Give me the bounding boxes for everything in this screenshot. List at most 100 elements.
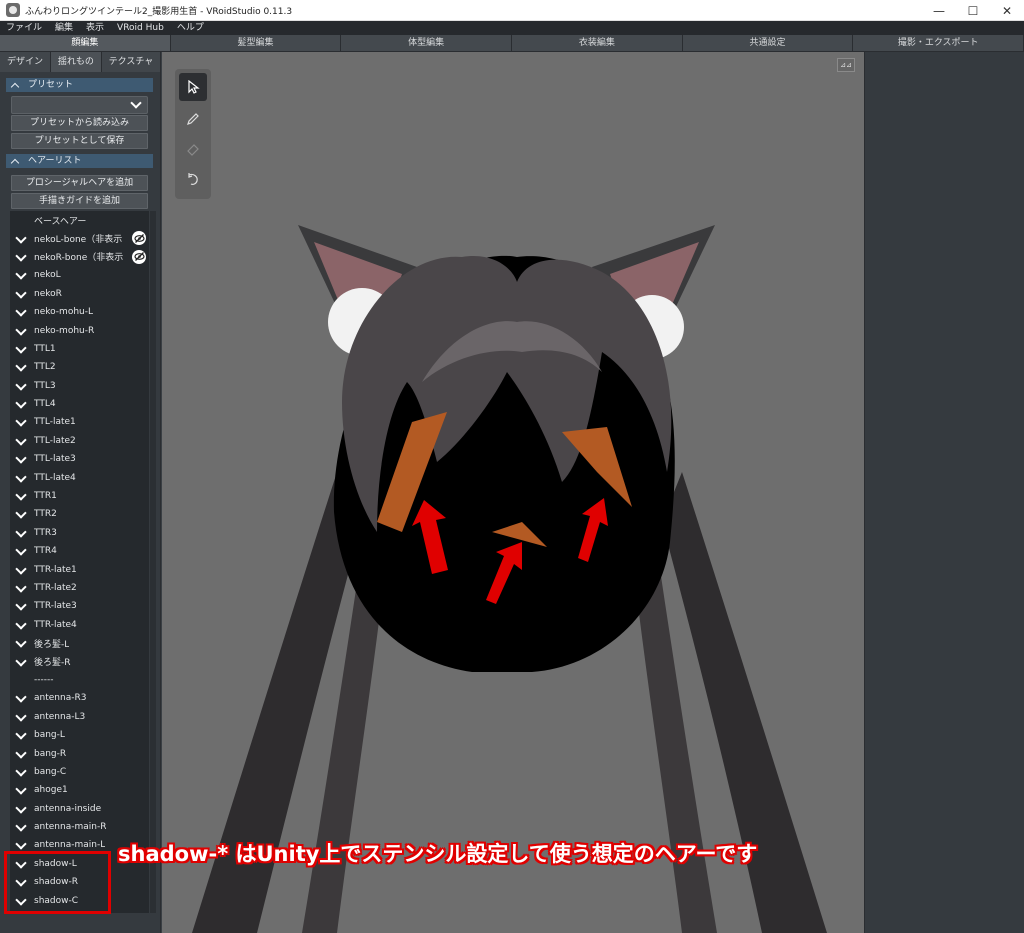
chevron-down-icon[interactable] xyxy=(15,749,29,759)
chevron-down-icon[interactable] xyxy=(15,712,29,722)
chevron-down-icon[interactable] xyxy=(15,289,29,299)
chevron-down-icon[interactable] xyxy=(15,730,29,740)
hair-list-item[interactable]: TTL2 xyxy=(10,358,149,376)
hair-list-item[interactable]: ahoge1 xyxy=(10,781,149,799)
chevron-down-icon[interactable] xyxy=(15,601,29,611)
subtab-design[interactable]: デザイン xyxy=(0,52,51,72)
hair-list-item[interactable]: neko-mohu-R xyxy=(10,321,149,339)
hair-list-item[interactable]: TTL4 xyxy=(10,395,149,413)
chevron-down-icon[interactable] xyxy=(15,509,29,519)
chevron-down-icon[interactable] xyxy=(15,620,29,630)
chevron-down-icon[interactable] xyxy=(15,657,29,667)
chevron-down-icon[interactable] xyxy=(15,767,29,777)
chevron-down-icon[interactable] xyxy=(15,473,29,483)
load-preset-button[interactable]: プリセットから読み込み xyxy=(11,115,148,131)
chevron-down-icon[interactable] xyxy=(15,234,29,244)
hair-list-item[interactable]: 後ろ髪-R xyxy=(10,652,149,670)
chevron-down-icon[interactable] xyxy=(15,804,29,814)
hair-list-item[interactable]: TTR2 xyxy=(10,505,149,523)
eye-hidden-icon[interactable] xyxy=(132,249,146,264)
hair-list-item[interactable]: nekoR-bone（非表示 xyxy=(10,248,149,266)
chevron-down-icon[interactable] xyxy=(15,785,29,795)
hair-list-item[interactable]: 後ろ髪-L xyxy=(10,634,149,652)
hair-list-item[interactable]: TTR3 xyxy=(10,524,149,542)
add-handdrawn-guide-button[interactable]: 手描きガイドを追加 xyxy=(11,193,148,209)
chevron-down-icon[interactable] xyxy=(15,270,29,280)
hair-list-scrollbar[interactable] xyxy=(150,211,156,913)
hair-list-item[interactable]: TTR1 xyxy=(10,487,149,505)
hair-list-item[interactable]: TTL-late3 xyxy=(10,450,149,468)
chevron-down-icon[interactable] xyxy=(15,693,29,703)
preset-section-header[interactable]: プリセット xyxy=(6,78,153,92)
hair-list-item[interactable]: TTR-late2 xyxy=(10,579,149,597)
select-tool-icon[interactable] xyxy=(179,73,207,101)
menu-file[interactable]: ファイル xyxy=(0,21,49,35)
hair-list-item[interactable]: TTL3 xyxy=(10,377,149,395)
hair-list-item[interactable]: antenna-main-R xyxy=(10,818,149,836)
chevron-down-icon[interactable] xyxy=(15,381,29,391)
maximize-button[interactable]: ☐ xyxy=(956,0,990,21)
hairlist-section-header[interactable]: ヘアーリスト xyxy=(6,154,153,168)
3d-viewport[interactable]: ⊿⊿ xyxy=(162,52,864,933)
chevron-down-icon[interactable] xyxy=(15,565,29,575)
preset-dropdown[interactable] xyxy=(11,96,148,114)
menu-help[interactable]: ヘルプ xyxy=(171,21,211,35)
hair-list-item[interactable]: TTR4 xyxy=(10,542,149,560)
menu-edit[interactable]: 編集 xyxy=(49,21,80,35)
hair-list-item[interactable]: neko-mohu-L xyxy=(10,303,149,321)
subtab-texture[interactable]: テクスチャ xyxy=(101,52,162,72)
chevron-down-icon[interactable] xyxy=(15,840,29,850)
hair-list-item[interactable]: TTL1 xyxy=(10,340,149,358)
tab-face-edit[interactable]: 顔編集 xyxy=(0,35,171,52)
hair-list-item[interactable]: ------ xyxy=(10,671,149,689)
hair-list-item[interactable]: nekoR xyxy=(10,285,149,303)
chevron-down-icon[interactable] xyxy=(15,326,29,336)
hair-list-item[interactable]: TTL-late4 xyxy=(10,468,149,486)
chevron-down-icon[interactable] xyxy=(15,528,29,538)
chevron-down-icon[interactable] xyxy=(15,822,29,832)
chevron-down-icon[interactable] xyxy=(15,362,29,372)
mirror-toggle-button[interactable]: ⊿⊿ xyxy=(837,58,855,72)
eye-hidden-icon[interactable] xyxy=(132,231,146,246)
hair-list-item[interactable]: nekoL-bone（非表示 xyxy=(10,229,149,247)
chevron-down-icon[interactable] xyxy=(15,344,29,354)
chevron-down-icon[interactable] xyxy=(15,436,29,446)
chevron-down-icon[interactable] xyxy=(15,638,29,648)
save-preset-button[interactable]: プリセットとして保存 xyxy=(11,133,148,149)
chevron-down-icon[interactable] xyxy=(15,454,29,464)
menu-vroid-hub[interactable]: VRoid Hub xyxy=(111,21,171,35)
add-procedural-hair-button[interactable]: プロシージャルヘアを追加 xyxy=(11,175,148,191)
close-button[interactable]: ✕ xyxy=(990,0,1024,21)
tab-common-settings[interactable]: 共通設定 xyxy=(682,35,854,52)
subtab-physics[interactable]: 揺れもの xyxy=(50,52,102,72)
chevron-down-icon[interactable] xyxy=(15,417,29,427)
tab-outfit-edit[interactable]: 衣装編集 xyxy=(512,35,683,52)
hair-list-item[interactable]: TTL-late2 xyxy=(10,432,149,450)
hair-list-item[interactable]: antenna-R3 xyxy=(10,689,149,707)
chevron-down-icon[interactable] xyxy=(15,546,29,556)
tab-body-edit[interactable]: 体型編集 xyxy=(341,35,513,52)
chevron-down-icon[interactable] xyxy=(15,399,29,409)
menu-view[interactable]: 表示 xyxy=(80,21,111,35)
tab-photo-export[interactable]: 撮影・エクスポート xyxy=(853,35,1024,52)
chevron-down-icon[interactable] xyxy=(15,252,29,262)
chevron-down-icon[interactable] xyxy=(15,307,29,317)
hair-list-item[interactable]: bang-R xyxy=(10,744,149,762)
hair-list-item[interactable]: ベースヘアー xyxy=(10,211,149,229)
hair-list-item[interactable]: nekoL xyxy=(10,266,149,284)
hair-list-item[interactable]: bang-C xyxy=(10,763,149,781)
hair-list-item[interactable]: TTL-late1 xyxy=(10,413,149,431)
chevron-down-icon[interactable] xyxy=(15,583,29,593)
hair-list-item[interactable]: TTR-late4 xyxy=(10,616,149,634)
minimize-button[interactable]: — xyxy=(922,0,956,21)
chevron-down-icon[interactable] xyxy=(15,491,29,501)
pen-tool-icon[interactable] xyxy=(179,105,207,133)
hair-list-item[interactable]: antenna-L3 xyxy=(10,708,149,726)
hair-list-item[interactable]: TTR-late1 xyxy=(10,560,149,578)
hair-list-item[interactable]: bang-L xyxy=(10,726,149,744)
rotate-tool-icon[interactable] xyxy=(179,165,207,193)
eraser-tool-icon[interactable] xyxy=(179,135,207,163)
tab-hair-edit[interactable]: 髪型編集 xyxy=(170,35,342,52)
hair-list-item[interactable]: antenna-inside xyxy=(10,800,149,818)
hair-list-item[interactable]: TTR-late3 xyxy=(10,597,149,615)
